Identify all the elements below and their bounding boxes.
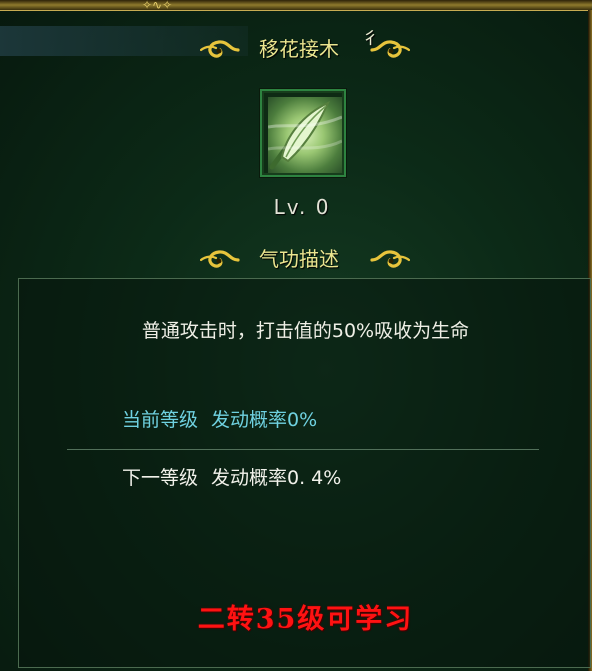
current-level-label: 当前等级 (122, 409, 199, 431)
overlapping-text-fragment: 彳 (362, 29, 379, 49)
skill-icon-slot[interactable] (260, 89, 346, 177)
current-level-line: 当前等级 发动概率0% (122, 405, 317, 432)
skill-name: 移花接木 (259, 37, 339, 61)
skill-effect-text: 普通攻击时，打击值的50%吸收为生命 (141, 320, 470, 342)
next-level-label: 下一等级 (122, 467, 199, 489)
learn-requirement: 二转35级可学习 (197, 604, 414, 635)
current-level-value: 发动概率0% (211, 409, 318, 431)
gold-swirl-left-icon (200, 40, 240, 58)
description-title: 气功描述 (259, 247, 339, 271)
skill-level: Lv. 0 (273, 195, 331, 219)
gold-swirl-left-icon (200, 250, 240, 268)
description-header: 气功描述 (0, 244, 592, 274)
window-top-border (0, 0, 592, 11)
next-level-value: 发动概率0. 4% (211, 467, 342, 489)
blade-leaf-skill-icon (268, 97, 342, 173)
divider (67, 449, 539, 450)
description-panel: 普通攻击时，打击值的50%吸收为生命 当前等级 发动概率0% 下一等级 发动概率0.… (18, 278, 591, 668)
skill-name-header: 移花接木 (0, 34, 592, 64)
gold-swirl-right-icon (370, 250, 410, 268)
next-level-line: 下一等级 发动概率0. 4% (122, 463, 341, 490)
ornament-icon: ✧∿✧ (142, 0, 173, 12)
